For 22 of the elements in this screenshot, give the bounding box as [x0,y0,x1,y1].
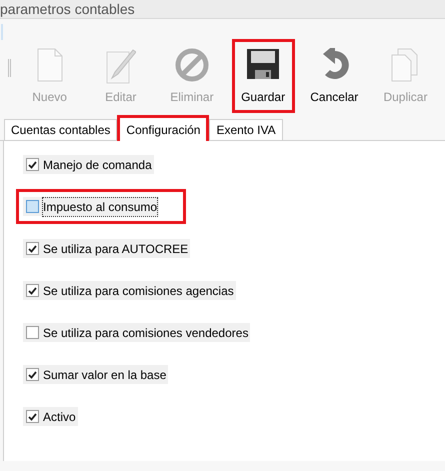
check-icon [28,286,37,294]
check-icon [28,412,37,420]
checkbox-option[interactable]: Se utiliza para comisiones vendedores [16,315,278,350]
checkbox-option[interactable]: Sumar valor en la base [16,357,196,392]
window-title: parametros contables [0,0,135,19]
checkbox-option[interactable]: Activo [16,399,105,434]
check-icon [28,160,37,168]
tab[interactable]: Configuración [117,115,210,141]
checkbox-option[interactable]: Se utiliza para comisiones agencias [16,273,263,308]
blank-page-icon [36,48,63,82]
tab[interactable]: Exento IVA [209,119,283,140]
pencil-page-icon [106,48,136,84]
checkbox-option[interactable]: Impuesto al consumo [16,189,186,224]
toolbar-button[interactable]: Cancelar [302,39,366,113]
tab[interactable]: Cuentas contables [4,119,118,140]
toolbar-button[interactable]: Guardar [232,39,295,113]
check-icon [28,370,37,378]
prohibited-icon [174,48,209,82]
checkbox-option[interactable]: Se utiliza para AUTOCREE [16,231,218,266]
copy-pages-icon [391,48,420,82]
checkbox-option[interactable]: Manejo de comanda [16,147,181,182]
check-icon [28,244,37,252]
